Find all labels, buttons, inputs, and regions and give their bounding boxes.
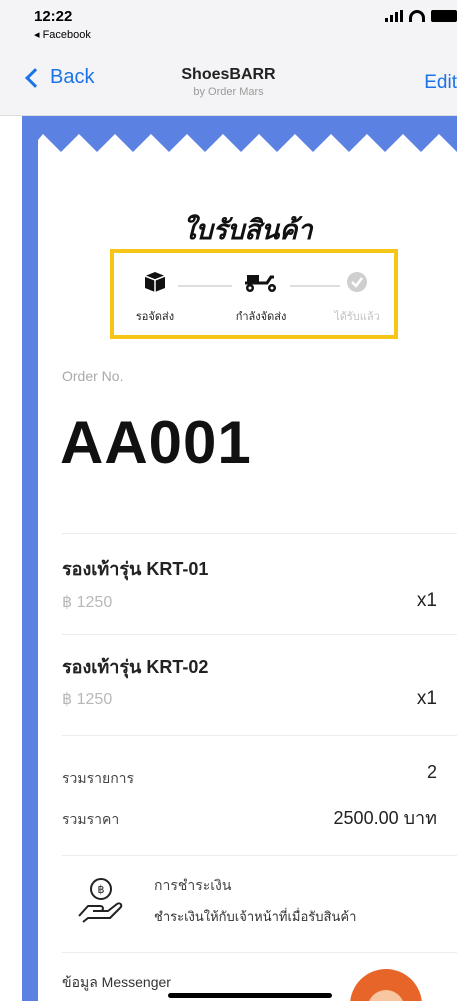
total-price-label: รวมราคา (62, 811, 120, 827)
nav-subtitle: by Order Mars (193, 86, 264, 98)
item-name: รองเท้ารุ่น KRT-02 (62, 657, 209, 677)
order-number: AA001 (60, 409, 252, 476)
item-name: รองเท้ารุ่น KRT-01 (62, 559, 209, 579)
status-icons (385, 10, 457, 22)
item-price: ฿ 1250 (62, 594, 113, 611)
top-bar: 12:22 ◂ Facebook Back ShoesBARR by Order… (0, 0, 457, 116)
delivery-stepper: รอจัดส่ง กำลังจัดส่ง ได้รับแล้ว (110, 249, 398, 339)
receipt-title: ใบรับสินค้า (182, 215, 313, 245)
step-label: รอจัดส่ง (135, 311, 175, 323)
item-price: ฿ 1250 (62, 691, 113, 708)
payment-description: ชำระเงินให้กับเจ้าหน้าที่เมื่อรับสินค้า (154, 909, 357, 924)
item-count-value: 2 (426, 762, 437, 782)
status-time: 12:22 (34, 8, 73, 25)
receipt-card: ใบรับสินค้า รอจัดส่ง กำลังจัดส่ง ได้รับแ… (38, 126, 457, 1001)
order-number-label: Order No. (62, 368, 124, 384)
divider (62, 634, 457, 635)
zigzag-edge (38, 126, 457, 152)
step-received: ได้รับแล้ว (322, 271, 392, 325)
divider (62, 533, 457, 534)
edit-button[interactable]: Edit (424, 72, 457, 94)
step-label: ได้รับแล้ว (334, 311, 380, 323)
check-circle-icon (347, 272, 367, 292)
step-shipping: กำลังจัดส่ง (226, 271, 296, 325)
scooter-icon (245, 275, 276, 292)
divider (62, 952, 457, 953)
hand-coin-icon: ฿ (78, 878, 123, 923)
divider (62, 735, 457, 736)
item-qty: x1 (416, 590, 437, 611)
battery-icon (431, 10, 457, 22)
item-count-label: รวมรายการ (62, 770, 135, 786)
wifi-icon (409, 10, 425, 22)
step-waiting: รอจัดส่ง (120, 271, 190, 325)
step-label: กำลังจัดส่ง (235, 311, 287, 323)
nav-title: ShoesBARR (181, 66, 276, 83)
box-icon (144, 272, 166, 292)
avatar[interactable] (350, 969, 422, 1001)
svg-text:฿: ฿ (98, 883, 105, 896)
messenger-info-label: ข้อมูล Messenger (62, 974, 171, 990)
back-to-app-link[interactable]: ◂ Facebook (34, 28, 91, 41)
total-price-value: 2500.00 บาท (333, 808, 437, 828)
home-indicator[interactable] (168, 993, 332, 998)
divider (62, 855, 457, 856)
payment-title: การชำระเงิน (154, 877, 232, 893)
item-qty: x1 (416, 688, 437, 709)
signal-icon (385, 10, 403, 22)
